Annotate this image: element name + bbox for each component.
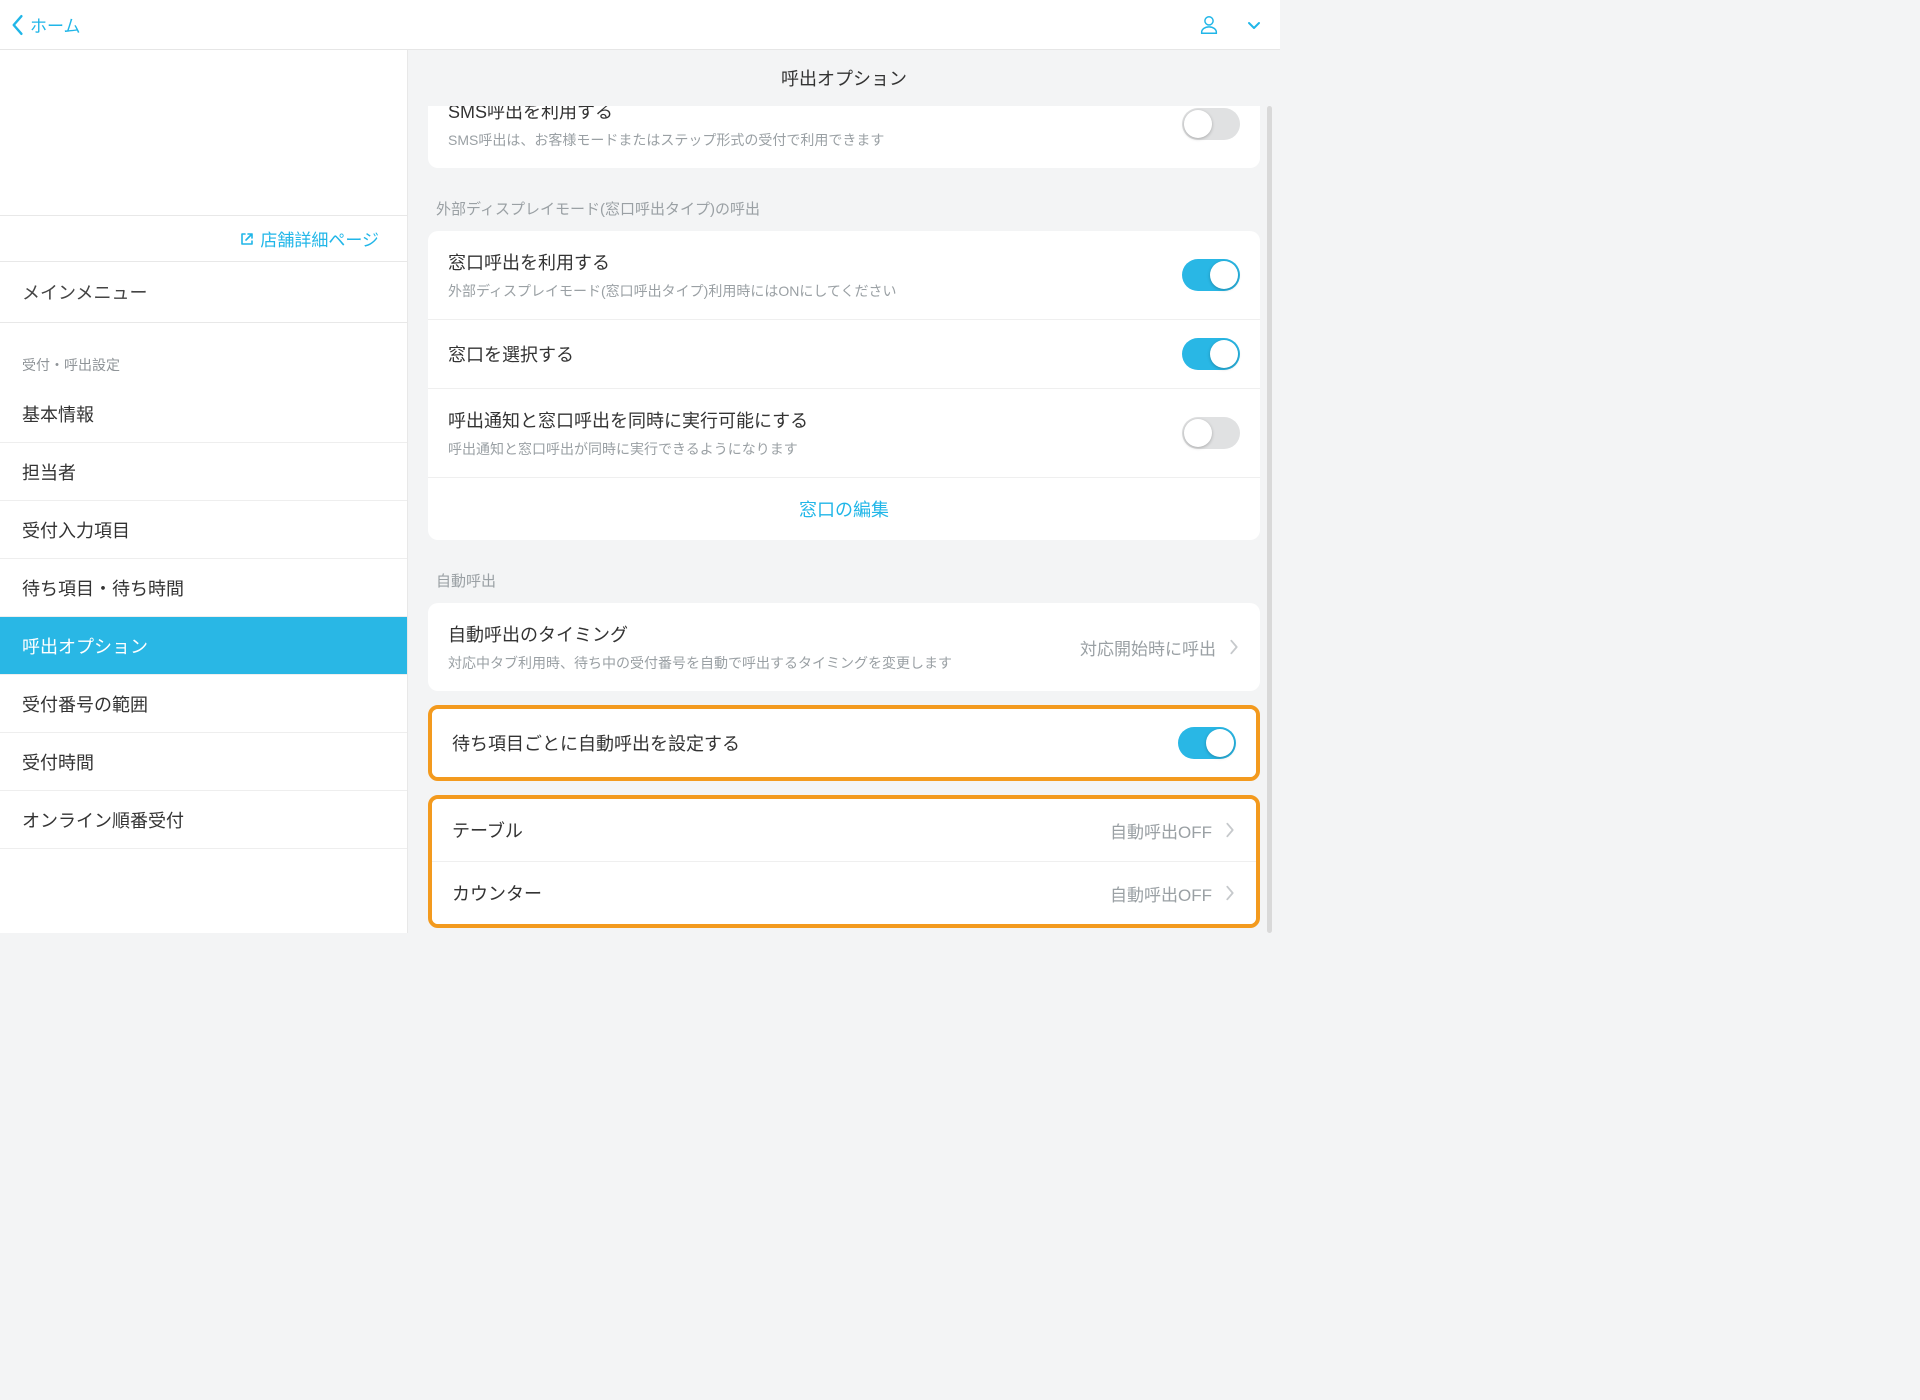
- sidebar-item-label: 受付時間: [22, 749, 94, 775]
- section-label-auto: 自動呼出: [428, 540, 1260, 603]
- external-link-icon: [240, 232, 254, 246]
- main-panel: 呼出オプション SMS呼出を利用する SMS呼出は、お客様モードまたはステップ形…: [408, 50, 1280, 933]
- toggle-simultaneous[interactable]: [1182, 417, 1240, 449]
- row-edit-windows[interactable]: 窓口の編集: [428, 478, 1260, 540]
- toggle-sms-call[interactable]: [1182, 108, 1240, 140]
- chevron-down-icon[interactable]: [1246, 17, 1262, 33]
- store-detail-link-label: 店舗詳細ページ: [260, 226, 379, 251]
- back-button[interactable]: ホーム: [10, 12, 81, 37]
- row-select-window[interactable]: 窓口を選択する: [428, 320, 1260, 389]
- auto-item-value: 自動呼出OFF: [1110, 881, 1212, 906]
- sidebar-item-label: 受付入力項目: [22, 517, 130, 543]
- sidebar-item-online-queue[interactable]: オンライン順番受付: [0, 791, 407, 849]
- sidebar-section-label: 受付・呼出設定: [0, 323, 407, 385]
- sidebar-item-label: オンライン順番受付: [22, 807, 184, 833]
- sidebar-item-label: 担当者: [22, 459, 76, 485]
- sidebar-item-call-options[interactable]: 呼出オプション: [0, 617, 407, 675]
- row-auto-item-counter[interactable]: カウンター 自動呼出OFF: [432, 862, 1256, 924]
- chevron-right-icon: [1224, 884, 1236, 902]
- auto-item-name: テーブル: [452, 817, 1110, 843]
- row-sms-call[interactable]: SMS呼出を利用する SMS呼出は、お客様モードまたはステップ形式の受付で利用で…: [428, 106, 1260, 168]
- sidebar-item-staff[interactable]: 担当者: [0, 443, 407, 501]
- toggle-per-item-auto[interactable]: [1178, 727, 1236, 759]
- auto-timing-value: 対応開始時に呼出: [1080, 635, 1216, 660]
- toggle-select-window[interactable]: [1182, 338, 1240, 370]
- row-auto-timing[interactable]: 自動呼出のタイミング 対応中タブ利用時、待ち中の受付番号を自動で呼出するタイミン…: [428, 603, 1260, 691]
- sidebar-item-number-range[interactable]: 受付番号の範囲: [0, 675, 407, 733]
- simultaneous-desc: 呼出通知と窓口呼出が同時に実行できるようになります: [448, 439, 1182, 459]
- row-use-window-call[interactable]: 窓口呼出を利用する 外部ディスプレイモード(窓口呼出タイプ)利用時にはONにして…: [428, 231, 1260, 320]
- sidebar-item-label: 呼出オプション: [22, 633, 148, 659]
- sidebar-item-reception-fields[interactable]: 受付入力項目: [0, 501, 407, 559]
- sidebar: 店舗詳細ページ メインメニュー 受付・呼出設定 基本情報 担当者 受付入力項目 …: [0, 50, 408, 933]
- sidebar-item-basic-info[interactable]: 基本情報: [0, 385, 407, 443]
- row-simultaneous[interactable]: 呼出通知と窓口呼出を同時に実行可能にする 呼出通知と窓口呼出が同時に実行できるよ…: [428, 389, 1260, 478]
- back-label: ホーム: [30, 12, 81, 37]
- use-window-desc: 外部ディスプレイモード(窓口呼出タイプ)利用時にはONにしてください: [448, 281, 1182, 301]
- auto-timing-card: 自動呼出のタイミング 対応中タブ利用時、待ち中の受付番号を自動で呼出するタイミン…: [428, 603, 1260, 691]
- auto-timing-desc: 対応中タブ利用時、待ち中の受付番号を自動で呼出するタイミングを変更します: [448, 653, 1080, 673]
- sms-call-title: SMS呼出を利用する: [448, 106, 1182, 124]
- auto-timing-title: 自動呼出のタイミング: [448, 621, 1080, 647]
- sidebar-item-label: 待ち項目・待ち時間: [22, 575, 184, 601]
- page-title: 呼出オプション: [408, 50, 1280, 106]
- highlight-per-item: 待ち項目ごとに自動呼出を設定する: [428, 705, 1260, 781]
- section-label-display: 外部ディスプレイモード(窓口呼出タイプ)の呼出: [428, 168, 1260, 231]
- store-detail-link[interactable]: 店舗詳細ページ: [0, 215, 407, 261]
- simultaneous-title: 呼出通知と窓口呼出を同時に実行可能にする: [448, 407, 1182, 433]
- per-item-auto-title: 待ち項目ごとに自動呼出を設定する: [452, 730, 1178, 756]
- edit-windows-link: 窓口の編集: [799, 496, 889, 522]
- display-card: 窓口呼出を利用する 外部ディスプレイモード(窓口呼出タイプ)利用時にはONにして…: [428, 231, 1260, 540]
- sms-call-desc: SMS呼出は、お客様モードまたはステップ形式の受付で利用できます: [448, 130, 1182, 150]
- auto-item-name: カウンター: [452, 880, 1110, 906]
- sidebar-item-reception-hours[interactable]: 受付時間: [0, 733, 407, 791]
- chevron-left-icon: [10, 14, 24, 36]
- row-per-item-auto[interactable]: 待ち項目ごとに自動呼出を設定する: [432, 709, 1256, 777]
- sms-card: SMS呼出を利用する SMS呼出は、お客様モードまたはステップ形式の受付で利用で…: [428, 106, 1260, 168]
- row-auto-item-table[interactable]: テーブル 自動呼出OFF: [432, 799, 1256, 862]
- select-window-title: 窓口を選択する: [448, 341, 1182, 367]
- top-bar: ホーム: [0, 0, 1280, 50]
- auto-item-value: 自動呼出OFF: [1110, 818, 1212, 843]
- sidebar-item-label: 受付番号の範囲: [22, 691, 148, 717]
- top-right-actions: [1198, 14, 1262, 36]
- main-menu-label: メインメニュー: [22, 279, 147, 305]
- main-menu-link[interactable]: メインメニュー: [0, 261, 407, 323]
- chevron-right-icon: [1224, 821, 1236, 839]
- content: 店舗詳細ページ メインメニュー 受付・呼出設定 基本情報 担当者 受付入力項目 …: [0, 50, 1280, 933]
- chevron-right-icon: [1228, 638, 1240, 656]
- sidebar-item-label: 基本情報: [22, 401, 94, 427]
- sidebar-item-wait-items[interactable]: 待ち項目・待ち時間: [0, 559, 407, 617]
- toggle-use-window-call[interactable]: [1182, 259, 1240, 291]
- user-icon[interactable]: [1198, 14, 1220, 36]
- highlight-items-list: テーブル 自動呼出OFF カウンター 自動呼出OFF: [428, 795, 1260, 928]
- use-window-title: 窓口呼出を利用する: [448, 249, 1182, 275]
